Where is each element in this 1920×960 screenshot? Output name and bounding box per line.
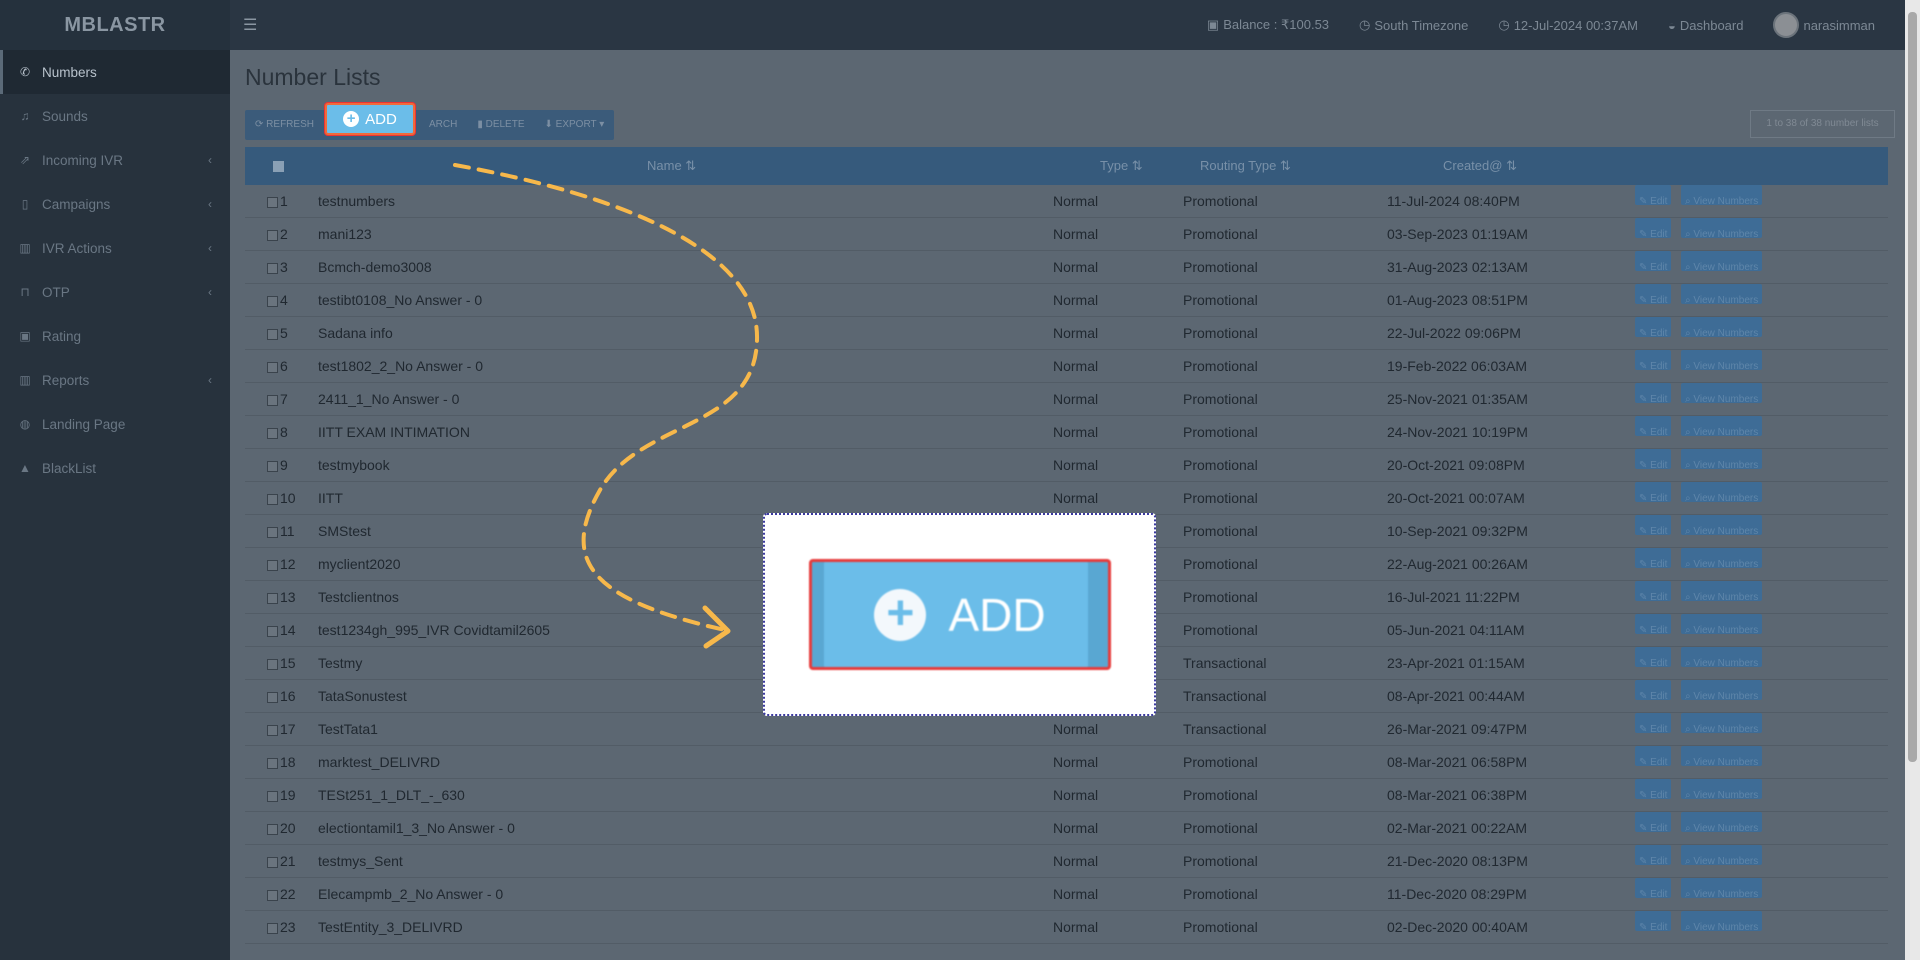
add-zoomed-label: ADD [948,588,1046,641]
annotation-arrow [453,163,760,649]
scrollbar-thumb[interactable] [1908,12,1917,762]
zoom-callout: + ADD [763,513,1156,716]
plus-circle-icon: + [874,588,927,641]
page-scrollbar[interactable] [1905,0,1920,960]
add-button-zoomed[interactable]: + ADD [809,559,1111,670]
